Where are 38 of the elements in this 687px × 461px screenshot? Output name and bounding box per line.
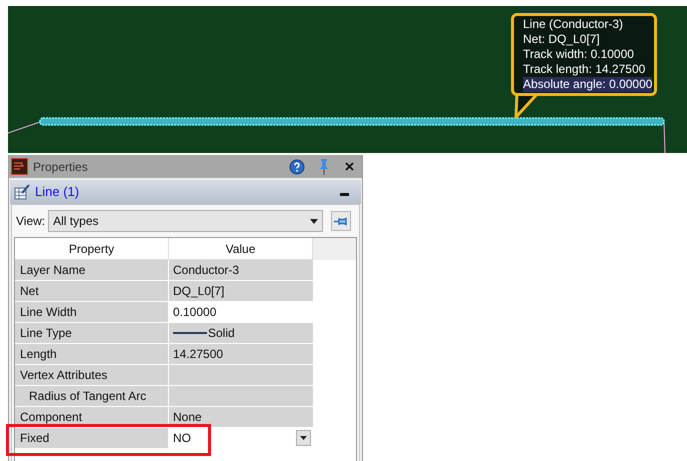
panel-title: Properties	[33, 158, 89, 176]
property-cell: Radius of Tangent Arc	[15, 386, 169, 407]
tooltip-line: Line (Conductor-3)	[523, 17, 624, 32]
value-cell: Conductor-3	[169, 260, 313, 281]
edit-table-icon	[14, 184, 30, 200]
property-cell: Length	[15, 344, 169, 365]
tooltip-line: Track width: 0.10000	[523, 47, 634, 62]
section-title: Line (1)	[35, 183, 80, 202]
dropdown-button[interactable]	[296, 430, 311, 446]
pin-view-button[interactable]	[331, 211, 352, 231]
tooltip-line: Net: DQ_L0[7]	[523, 32, 600, 47]
view-label: View:	[16, 213, 46, 230]
dropdown-arrow-icon	[310, 218, 318, 224]
value-cell: 14.27500	[169, 344, 313, 365]
property-cell: Fixed	[15, 428, 169, 449]
property-cell: Line Type	[15, 323, 169, 344]
property-cell: Net	[15, 281, 169, 302]
selected-track[interactable]	[39, 117, 665, 126]
value-cell: DQ_L0[7]	[169, 281, 313, 302]
value-cell: None	[169, 407, 313, 428]
dropdown-arrow-icon	[300, 436, 307, 440]
column-header: Value	[169, 238, 313, 260]
close-icon[interactable]	[345, 162, 354, 171]
column-header: Property	[15, 238, 169, 260]
view-dropdown[interactable]: All types	[48, 210, 324, 232]
pushpin-icon	[334, 216, 349, 226]
app-logo-icon	[11, 158, 28, 175]
property-cell: Vertex Attributes	[15, 365, 169, 386]
pin-icon[interactable]	[318, 158, 330, 175]
trace-line	[8, 122, 40, 134]
trace-line	[664, 122, 666, 153]
tooltip-line: Track length: 14.27500	[523, 62, 646, 77]
solid-line-icon	[173, 331, 207, 335]
property-cell: Layer Name	[15, 260, 169, 281]
section-header[interactable]: Line (1)	[10, 180, 361, 204]
property-cell: Line Width	[15, 302, 169, 323]
value-cell-text: Solid	[208, 325, 235, 342]
help-icon[interactable]	[289, 158, 305, 174]
